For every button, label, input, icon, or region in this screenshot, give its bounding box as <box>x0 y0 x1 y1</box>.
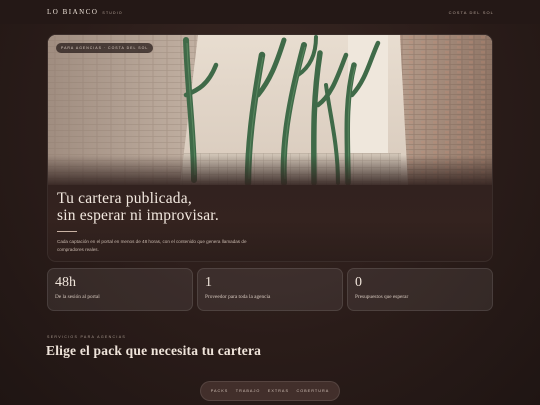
hero-description: Cada captación en el portal en menos de … <box>57 239 247 252</box>
nav-item-cobertura[interactable]: COBERTURA <box>296 389 329 393</box>
hero-divider <box>57 231 77 232</box>
hero-title-line-2: sin esperar ni improvisar. <box>57 207 219 224</box>
services-kicker: SERVICIOS PARA AGENCIAS <box>47 335 127 339</box>
services-title: Elige el pack que necesita tu cartera <box>46 343 262 358</box>
nav-item-extras[interactable]: EXTRAS <box>268 389 289 393</box>
hero-tag-badge: PARA AGENCIAS · COSTA DEL SOL <box>56 43 154 53</box>
hero-title: Tu cartera publicada, sin esperar ni imp… <box>57 190 357 224</box>
nav-item-trabajo[interactable]: TRABAJO <box>236 389 261 393</box>
hero-card: PARA AGENCIAS · COSTA DEL SOL Tu cartera… <box>47 34 493 262</box>
nav-item-packs[interactable]: PACKS <box>211 389 229 393</box>
stat-value: 48h <box>55 275 76 290</box>
stat-value: 0 <box>355 275 362 290</box>
brand-logo[interactable]: LO BIANCO STUDIO <box>47 8 123 16</box>
stat-label: Presupuestos que esperar <box>355 294 409 300</box>
stat-card-turnaround: 48h De la sesión al portal <box>47 268 193 311</box>
stat-value: 1 <box>205 275 212 290</box>
stat-card-quotes: 0 Presupuestos que esperar <box>347 268 493 311</box>
stats-row: 48h De la sesión al portal 1 Proveedor p… <box>47 268 493 311</box>
stat-label: Proveedor para toda la agencia <box>205 294 271 300</box>
brand-name: LO BIANCO <box>47 8 99 16</box>
stat-label: De la sesión al portal <box>55 294 100 300</box>
floating-nav: PACKS TRABAJO EXTRAS COBERTURA <box>200 381 340 401</box>
brand-sub: STUDIO <box>102 11 123 15</box>
top-bar: LO BIANCO STUDIO COSTA DEL SOL <box>0 0 540 24</box>
stat-card-provider: 1 Proveedor para toda la agencia <box>197 268 343 311</box>
hero-title-line-1: Tu cartera publicada, <box>57 190 192 207</box>
region-link[interactable]: COSTA DEL SOL <box>449 10 494 15</box>
